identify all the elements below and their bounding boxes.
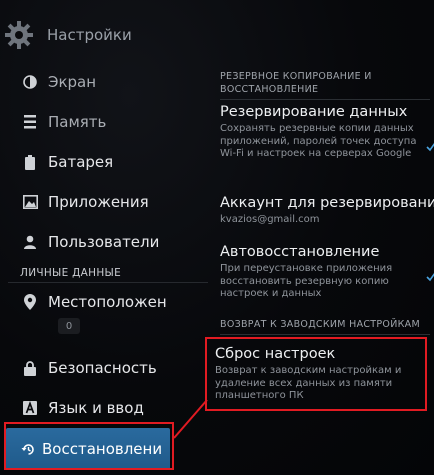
pref-title: Аккаунт для резервирования	[220, 195, 434, 211]
checkmark-icon[interactable]	[426, 137, 434, 152]
pref-title: Резервирование данных	[220, 104, 408, 120]
section-divider	[220, 99, 430, 100]
apps-image-icon	[22, 194, 38, 210]
sidebar-item-users[interactable]: Пользователи	[0, 222, 210, 262]
pref-summary: kvazios@gmail.com	[220, 214, 320, 225]
sidebar-item-label: Экран	[48, 73, 97, 91]
sidebar: Экран Память Батарея Приложения Пользова	[0, 58, 210, 475]
sidebar-item-apps[interactable]: Приложения	[0, 182, 210, 222]
settings-gear-icon	[4, 20, 34, 50]
app-header: Настройки	[0, 0, 210, 66]
sidebar-item-storage[interactable]: Память	[0, 102, 210, 142]
location-pin-icon	[22, 294, 38, 310]
sidebar-item-label: Батарея	[48, 153, 114, 171]
factory-section-header: ВОЗВРАТ К ЗАВОДСКИМ НАСТРОЙКАМ	[220, 319, 420, 330]
sidebar-item-security[interactable]: Безопасность	[0, 348, 210, 388]
storage-icon	[22, 114, 38, 130]
sidebar-item-label: Язык и ввод	[48, 399, 144, 417]
checkmark-icon[interactable]	[426, 267, 434, 282]
backup-data-pref[interactable]: Резервирование данных Сохранять резервны…	[220, 103, 434, 161]
section-divider	[220, 334, 430, 335]
sidebar-item-location[interactable]: Местоположен	[0, 282, 210, 322]
location-badge: 0	[58, 318, 80, 334]
sidebar-item-label: Пользователи	[48, 233, 160, 251]
sidebar-item-label: Безопасность	[48, 359, 157, 377]
app-title: Настройки	[47, 26, 132, 44]
pref-title: Автовосстановление	[220, 244, 380, 260]
auto-restore-pref[interactable]: Автовосстановление При переустановке при…	[220, 243, 434, 301]
factory-reset-highlight-annotation	[205, 337, 427, 411]
backup-account-pref[interactable]: Аккаунт для резервирования kvazios@gmail…	[220, 194, 434, 227]
sidebar-item-display[interactable]: Экран	[0, 62, 210, 102]
sidebar-item-label: Память	[48, 113, 107, 131]
settings-screen: Настройки Экран Память Батарея Приложени…	[0, 0, 434, 475]
sidebar-highlight-annotation	[4, 422, 174, 470]
pref-summary: Сохранять резервные копии данных приложе…	[220, 123, 417, 159]
battery-icon	[22, 154, 38, 170]
personal-section-header: ЛИЧНЫЕ ДАННЫЕ	[20, 267, 122, 279]
pref-summary: При переустановке приложения восстановит…	[220, 263, 393, 299]
user-icon	[22, 234, 38, 250]
language-a-icon	[22, 400, 38, 416]
sidebar-item-battery[interactable]: Батарея	[0, 142, 210, 182]
brightness-icon	[22, 74, 38, 90]
sidebar-item-label: Приложения	[48, 193, 149, 211]
backup-section-header: РЕЗЕРВНОЕ КОПИРОВАНИЕ И ВОССТАНОВЛЕНИЕ	[220, 71, 372, 95]
lock-icon	[22, 360, 38, 376]
sidebar-item-label: Местоположен	[48, 293, 167, 311]
